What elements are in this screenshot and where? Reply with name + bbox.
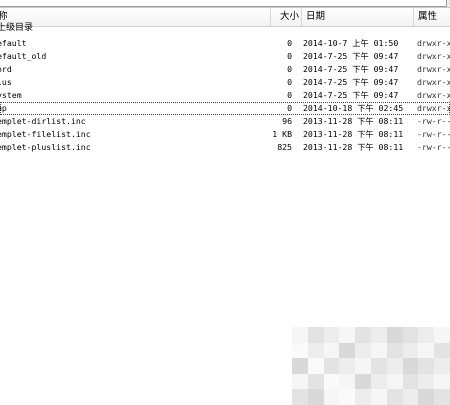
address-bar-strip bbox=[0, 0, 450, 8]
file-attributes: drwxr-xr-x bbox=[417, 38, 450, 48]
file-size: 96 bbox=[282, 116, 292, 126]
file-row[interactable]: ystem 0 2014-7-25 下午 09:47 drwxr-xr-x bbox=[0, 89, 450, 102]
file-date: 2013-11-28 下午 08:11 bbox=[303, 116, 404, 126]
file-row[interactable]: efault 0 2014-10-7 上午 01:50 drwxr-xr-x bbox=[0, 37, 450, 50]
file-size: 825 bbox=[277, 142, 292, 152]
file-name: efault_old bbox=[0, 51, 47, 61]
file-date: 2014-10-7 上午 01:50 bbox=[303, 38, 399, 48]
file-size: 0 bbox=[287, 103, 292, 113]
file-date: 2014-10-18 下午 02:45 bbox=[303, 103, 404, 113]
file-attributes: drwxr-xr-x bbox=[417, 90, 450, 100]
file-attributes: -rw-r--r-- bbox=[417, 142, 450, 152]
file-date: 2014-7-25 下午 09:47 bbox=[303, 51, 399, 61]
parent-directory-row[interactable]: 上级目录 bbox=[0, 22, 450, 35]
file-name: efault bbox=[0, 38, 27, 48]
file-attributes: -rw-r--r-- bbox=[417, 129, 450, 139]
pixelated-watermark bbox=[292, 327, 450, 405]
file-date: 2014-7-25 下午 09:47 bbox=[303, 90, 399, 100]
file-size: 0 bbox=[287, 90, 292, 100]
file-name: lus bbox=[0, 77, 12, 87]
file-name: emplet-dirlist.inc bbox=[0, 116, 86, 126]
file-date: 2013-11-28 下午 08:11 bbox=[303, 142, 404, 152]
file-size: 1 KB bbox=[272, 129, 292, 139]
file-size: 0 bbox=[287, 64, 292, 74]
file-row[interactable]: emplet-filelist.inc 1 KB 2013-11-28 下午 0… bbox=[0, 128, 450, 141]
file-size: 0 bbox=[287, 51, 292, 61]
file-row[interactable]: lus 0 2014-7-25 下午 09:47 drwxr-xr-x bbox=[0, 76, 450, 89]
address-field[interactable] bbox=[0, 0, 447, 7]
file-date: 2013-11-28 下午 08:11 bbox=[303, 129, 404, 139]
file-date: 2014-7-25 下午 09:47 bbox=[303, 77, 399, 87]
file-attributes: drwxr-xr-x bbox=[417, 77, 450, 87]
file-size: 0 bbox=[287, 38, 292, 48]
file-row-selected[interactable]: ap 0 2014-10-18 下午 02:45 drwxr-xr-x bbox=[0, 102, 450, 115]
file-size: 0 bbox=[287, 77, 292, 87]
file-attributes: drwxr-xr-x bbox=[417, 64, 450, 74]
file-date: 2014-7-25 下午 09:47 bbox=[303, 64, 399, 74]
file-row[interactable]: ord 0 2014-7-25 下午 09:47 drwxr-xr-x bbox=[0, 63, 450, 76]
file-name: ap bbox=[0, 103, 7, 113]
file-row[interactable]: emplet-pluslist.inc 825 2013-11-28 下午 08… bbox=[0, 141, 450, 154]
file-attributes: -rw-r--r-- bbox=[417, 116, 450, 126]
file-attributes: drwxr-xr-x bbox=[417, 51, 450, 61]
file-name: emplet-pluslist.inc bbox=[0, 142, 91, 152]
file-name: emplet-filelist.inc bbox=[0, 129, 91, 139]
parent-directory-label: 上级目录 bbox=[0, 23, 34, 33]
file-name: ystem bbox=[0, 90, 22, 100]
file-attributes: drwxr-xr-x bbox=[417, 103, 450, 113]
file-row[interactable]: emplet-dirlist.inc 96 2013-11-28 下午 08:1… bbox=[0, 115, 450, 128]
file-row[interactable]: efault_old 0 2014-7-25 下午 09:47 drwxr-xr… bbox=[0, 50, 450, 63]
file-name: ord bbox=[0, 64, 12, 74]
